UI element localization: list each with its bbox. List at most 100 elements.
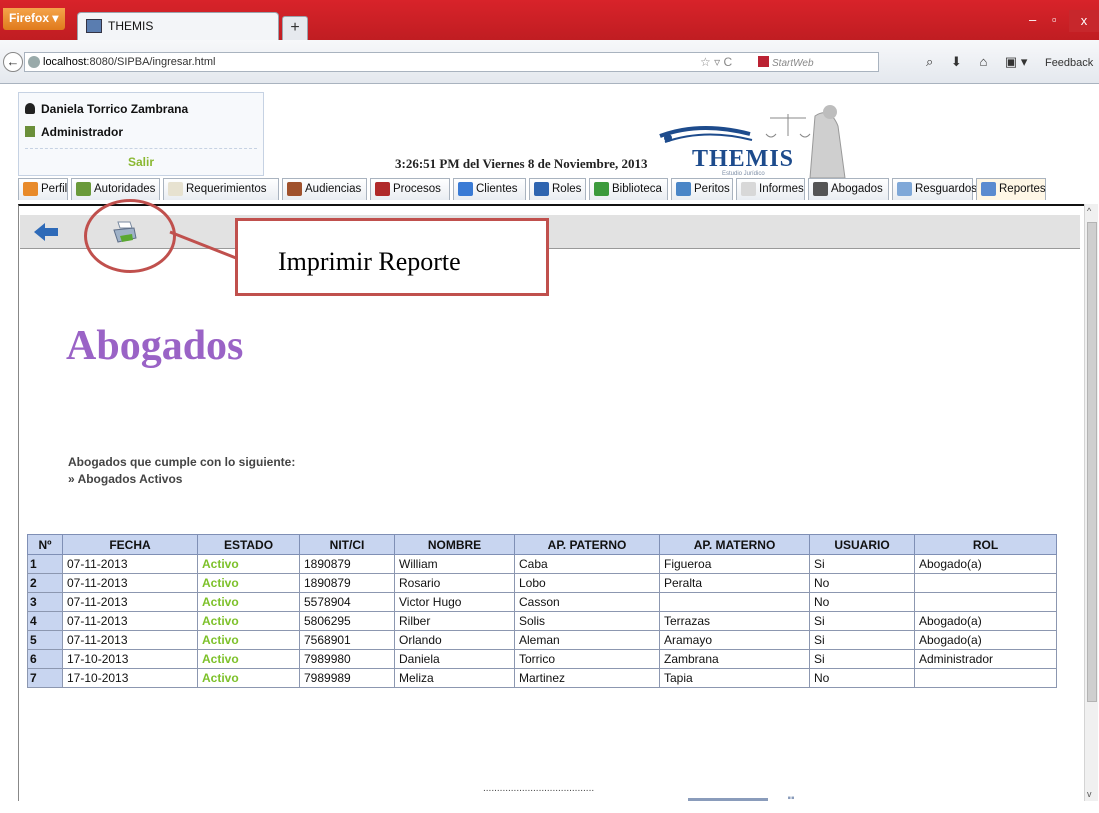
browser-navbar: ← localhost:8080/SIPBA/ingresar.html ☆ ▿… [0, 40, 1099, 84]
bookmark-star-icon[interactable]: ☆ ▿ C [700, 55, 732, 69]
tab-label: Clientes [476, 183, 518, 195]
column-header: Nº [27, 534, 63, 555]
table-body: 1 07-11-2013 Activo 1890879 William Caba Figue… [27, 554, 1057, 688]
column-header: NIT/CI [299, 534, 395, 555]
minimize-button[interactable]: – [1029, 12, 1036, 27]
table-cell: 07-11-2013 [62, 554, 198, 574]
search-placeholder: StartWeb [772, 58, 814, 69]
url-bar[interactable]: localhost:8080/SIPBA/ingresar.html ☆ ▿ C… [24, 52, 879, 72]
table-row: 2 07-11-2013 Activo 1890879 Rosario Lobo Peral… [27, 573, 1057, 593]
table-cell: Si [809, 630, 915, 650]
column-header: AP. PATERNO [514, 534, 660, 555]
tab-label: Requerimientos [186, 183, 267, 195]
table-cell: 7989989 [299, 668, 395, 688]
nav-right-toolbar: ⌕ ⬇ ⌂ ▣ ▾ Feedback [926, 54, 1099, 70]
table-cell: 3 [27, 592, 63, 612]
new-tab-button[interactable]: + [282, 16, 308, 40]
lawyers-icon [813, 182, 828, 196]
maximize-button[interactable]: ▫ [1052, 12, 1057, 27]
page-title: Abogados [66, 323, 244, 369]
column-header: USUARIO [809, 534, 915, 555]
scroll-down-icon[interactable]: v [1087, 789, 1092, 799]
table-cell: 07-11-2013 [62, 573, 198, 593]
safekeeping-icon [897, 182, 912, 196]
table-cell: Terrazas [659, 611, 810, 631]
table-cell: 07-11-2013 [62, 611, 198, 631]
tab-reportes[interactable]: Reportes [976, 178, 1046, 200]
tab-audiencias[interactable]: Audiencias [282, 178, 367, 200]
table-cell: 1 [27, 554, 63, 574]
table-cell: Administrador [914, 649, 1057, 669]
lawyers-table: Nº FECHA ESTADO NIT/CI NOMBRE AP. PATERNO AP. … [27, 534, 1057, 688]
logout-link[interactable]: Salir [19, 155, 263, 169]
close-window-button[interactable]: x [1069, 10, 1099, 32]
clients-icon [458, 182, 473, 196]
scroll-thumb[interactable] [1087, 222, 1097, 702]
tab-perfil[interactable]: Perfil [18, 178, 68, 200]
hearings-icon [287, 182, 302, 196]
table-cell: Caba [514, 554, 660, 574]
table-cell: William [394, 554, 515, 574]
url-path: :8080/SIPBA/ingresar.html [86, 56, 216, 68]
user-box-divider [25, 148, 257, 149]
table-cell: 07-11-2013 [62, 630, 198, 650]
profile-icon [23, 182, 38, 196]
user-name-line: Daniela Torrico Zambrana [25, 102, 188, 116]
vertical-scrollbar[interactable]: ^ v [1084, 204, 1098, 801]
tab-biblioteca[interactable]: Biblioteca [589, 178, 668, 200]
tab-peritos[interactable]: Peritos [671, 178, 733, 200]
table-cell: 6 [27, 649, 63, 669]
browser-back-button[interactable]: ← [3, 52, 23, 72]
firefox-menu-button[interactable]: Firefox ▾ [3, 8, 65, 30]
search-engine-icon [758, 56, 769, 67]
experts-icon [676, 182, 691, 196]
table-cell [659, 592, 810, 612]
search-icon[interactable]: ⌕ [926, 54, 933, 69]
table-cell: Rosario [394, 573, 515, 593]
table-cell: 7568901 [299, 630, 395, 650]
table-cell [914, 668, 1057, 688]
back-arrow-icon[interactable] [34, 222, 58, 242]
download-icon[interactable]: ⬇ [951, 54, 962, 69]
authorities-icon [76, 182, 91, 196]
themis-logo: THEMIS Estudio Jurídico [640, 96, 860, 179]
addon-icon[interactable]: ▣ ▾ [1005, 54, 1027, 69]
scroll-up-icon[interactable]: ^ [1087, 206, 1091, 216]
tab-informes[interactable]: Informes [736, 178, 805, 200]
report-toolbar [20, 215, 1080, 249]
tab-requerimientos[interactable]: Requerimientos [163, 178, 279, 200]
table-cell: Lobo [514, 573, 660, 593]
column-header: NOMBRE [394, 534, 515, 555]
table-cell: No [809, 592, 915, 612]
tab-resguardos[interactable]: Resguardos [892, 178, 977, 200]
search-box[interactable]: StartWeb [758, 56, 868, 70]
table-cell: Peralta [659, 573, 810, 593]
table-row: 6 17-10-2013 Activo 7989980 Daniela Torrico Za… [27, 649, 1057, 669]
tab-abogados[interactable]: Abogados [808, 178, 889, 200]
table-row: 1 07-11-2013 Activo 1890879 William Caba Figue… [27, 554, 1057, 574]
print-report-callout: Imprimir Reporte [235, 218, 549, 296]
home-icon[interactable]: ⌂ [979, 54, 987, 69]
url-host: localhost [43, 56, 87, 68]
table-cell: 17-10-2013 [62, 649, 198, 669]
table-cell: No [809, 573, 915, 593]
table-cell: Zambrana [659, 649, 810, 669]
tab-clientes[interactable]: Clientes [453, 178, 526, 200]
roles-icon [534, 182, 549, 196]
table-cell: 4 [27, 611, 63, 631]
table-cell: Si [809, 554, 915, 574]
table-cell: 1890879 [299, 554, 395, 574]
browser-tab[interactable]: THEMIS [77, 12, 279, 40]
tab-autoridades[interactable]: Autoridades [71, 178, 160, 200]
print-highlight-circle [84, 199, 176, 273]
feedback-button[interactable]: Feedback [1045, 57, 1093, 69]
column-header: FECHA [62, 534, 198, 555]
table-row: 4 07-11-2013 Activo 5806295 Rilber Solis Terra… [27, 611, 1057, 631]
tab-procesos[interactable]: Procesos [370, 178, 450, 200]
tab-roles[interactable]: Roles [529, 178, 586, 200]
table-cell: Aleman [514, 630, 660, 650]
table-cell: 5578904 [299, 592, 395, 612]
table-cell: Activo [197, 592, 300, 612]
column-header: AP. MATERNO [659, 534, 810, 555]
tab-label: Biblioteca [612, 183, 662, 195]
